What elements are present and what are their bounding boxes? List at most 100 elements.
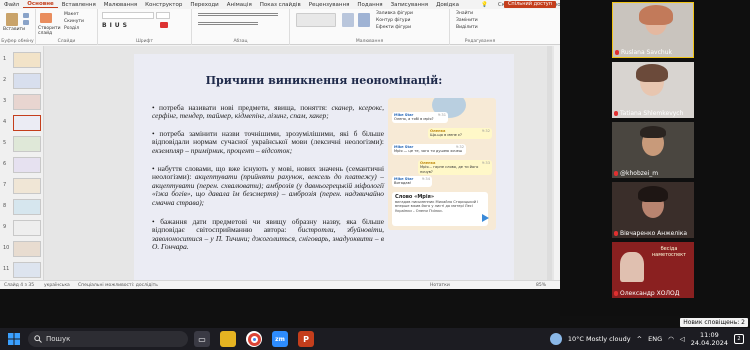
ribbon-tab[interactable]: Рецензування	[305, 2, 354, 8]
slide-thumbnail[interactable]	[13, 220, 41, 236]
task-view-icon[interactable]: ▭	[194, 331, 210, 347]
new-slide-icon[interactable]	[40, 13, 52, 23]
slide-thumbnail[interactable]	[13, 178, 41, 194]
share-button[interactable]: Спільний доступ	[503, 1, 556, 8]
shape-outline-button[interactable]: Контур фігури	[376, 18, 410, 23]
current-slide[interactable]: Причини виникнення неономінацій: • потре…	[134, 54, 514, 280]
ribbon-tabs: Файл Основне Вставлення Малювання Конструкто…	[0, 0, 560, 9]
slide-thumbnail[interactable]	[13, 157, 41, 173]
chat-illustration[interactable]: Mike Star 9:31 Олено, а тобі в мрія? Олен…	[388, 98, 496, 230]
cut-icon[interactable]	[23, 13, 29, 18]
shape-fill-button[interactable]: Заливка фігури	[376, 11, 413, 16]
taskbar-search[interactable]: Пошук	[28, 331, 188, 347]
bullet-1[interactable]: • потреба називати нові предмети, явища,…	[152, 103, 384, 121]
new-slide-button[interactable]: Створити слайд	[38, 26, 61, 36]
font-family-select[interactable]	[102, 12, 154, 19]
ribbon-tab[interactable]: Файл	[0, 2, 23, 8]
align-buttons[interactable]	[198, 22, 258, 25]
participant-name: @khobzei_m	[614, 170, 658, 177]
tray-chevron-icon[interactable]: ^	[637, 335, 642, 343]
ribbon-tab[interactable]: Анімація	[223, 2, 256, 8]
chat-message-5: Mike Star 9:34 Вигадав!	[392, 176, 432, 187]
format-buttons[interactable]: BIUS	[102, 22, 130, 29]
weather-status[interactable]: 10°C Mostly cloudy	[568, 335, 631, 343]
clipboard-group: Вставити Буфер обміну	[0, 9, 36, 45]
mic-off-icon	[614, 171, 618, 176]
wifi-icon[interactable]: ◠	[668, 335, 674, 343]
reset-button[interactable]: Скинути	[64, 19, 84, 24]
ribbon-tab[interactable]: Подання	[353, 2, 386, 8]
slide-thumbnail[interactable]	[13, 262, 41, 278]
thumbnail-number: 9	[3, 224, 7, 230]
zoom-app-icon[interactable]: zm	[272, 331, 288, 347]
slide-thumbnail[interactable]	[13, 94, 41, 110]
slide-count: Слайд 4 з 35	[4, 283, 35, 288]
slide-thumbnail[interactable]	[13, 73, 41, 89]
participant-tile-2[interactable]: Tatiana Shlemkevych	[612, 62, 694, 118]
chrome-icon[interactable]	[246, 331, 262, 347]
vertical-scrollbar[interactable]	[547, 46, 552, 280]
powerpoint-icon[interactable]: P	[298, 331, 314, 347]
bullet-2[interactable]: • потреба замінити назви точнішими, зроз…	[152, 129, 384, 155]
font-color-icon[interactable]	[160, 22, 168, 28]
start-button[interactable]	[6, 331, 22, 347]
ribbon-tab[interactable]: Малювання	[100, 2, 141, 8]
font-size-select[interactable]	[156, 12, 170, 19]
ribbon-tab[interactable]: Конструктор	[141, 2, 186, 8]
file-explorer-icon[interactable]	[220, 331, 236, 347]
bullet-4[interactable]: • бажання дати предметові чи явищу образ…	[152, 217, 384, 252]
volume-icon[interactable]: ◁	[680, 335, 685, 343]
thumbnail-number: 11	[3, 266, 10, 272]
shapes-gallery[interactable]	[296, 13, 336, 27]
status-bar: Слайд 4 з 35 українська Спеціальні можли…	[0, 280, 560, 289]
quick-styles-icon[interactable]	[358, 13, 370, 27]
participant-video	[620, 252, 644, 282]
participant-tile-5[interactable]: бесіда наметоспект Олександр ХОЛОД	[612, 242, 694, 298]
replace-button[interactable]: Замінити	[456, 18, 478, 23]
clock-date: 24.04.2024	[690, 339, 728, 347]
paste-button[interactable]: Вставити	[3, 27, 25, 32]
notification-badge[interactable]: Новик сповіщень: 2	[680, 318, 748, 327]
slide-thumbnail[interactable]	[13, 241, 41, 257]
editing-group-label: Редагування	[464, 39, 496, 44]
participant-tile-3[interactable]: @khobzei_m	[612, 122, 694, 178]
slides-group: Створити слайд Макет Скинути Розділ Слай…	[36, 9, 98, 45]
clock[interactable]: 11:09 24.04.2024	[691, 331, 728, 347]
section-button[interactable]: Розділ	[64, 26, 79, 31]
language-status[interactable]: українська	[44, 283, 70, 288]
zoom-level[interactable]: 85%	[536, 283, 546, 288]
ribbon-tab[interactable]: Основне	[23, 1, 58, 8]
editing-group: Знайти Замінити Виділити Редагування	[450, 9, 510, 45]
layout-button[interactable]: Макет	[64, 12, 79, 17]
select-button[interactable]: Виділити	[456, 25, 478, 30]
slide-thumbnail[interactable]	[13, 52, 41, 68]
participant-tile-1[interactable]: Ruslana Savchuk	[612, 2, 694, 58]
ribbon-tab[interactable]: Записування	[387, 2, 432, 8]
ribbon-tab[interactable]: Вставлення	[58, 2, 100, 8]
arrange-icon[interactable]	[342, 13, 354, 27]
participant-tile-4[interactable]: Вівчаренко Анжеліка	[612, 182, 694, 238]
participant-name: Вівчаренко Анжеліка	[614, 230, 687, 237]
slide-thumbnail[interactable]	[13, 199, 41, 215]
notifications-icon[interactable]: 2	[734, 334, 744, 344]
keyboard-language[interactable]: ENG	[648, 335, 662, 343]
participant-name: Ruslana Savchuk	[615, 49, 672, 56]
copy-icon[interactable]	[23, 20, 29, 25]
ribbon-tab[interactable]: Переходи	[186, 2, 222, 8]
paste-icon[interactable]	[6, 13, 18, 26]
accessibility-status[interactable]: Спеціальні можливості: дослідіть	[78, 283, 158, 288]
notes-button[interactable]: Нотатки	[430, 283, 450, 288]
ribbon-tab[interactable]: Довідка	[432, 2, 463, 8]
find-button[interactable]: Знайти	[456, 11, 473, 16]
slide-thumbnail[interactable]	[13, 115, 41, 131]
slide-thumbnail[interactable]	[13, 136, 41, 152]
slide-title[interactable]: Причини виникнення неономінацій:	[134, 74, 514, 87]
drawing-group-label: Малювання	[355, 39, 384, 44]
list-buttons[interactable]	[198, 13, 278, 16]
shape-effects-button[interactable]: Ефекти фігури	[376, 25, 411, 30]
bullet-3[interactable]: • набуття словами, що вже існують у мові…	[152, 164, 384, 207]
chat-message-4: Оленка 9:33 Мрія... гарне слово, де ти йо…	[418, 160, 492, 176]
font-group: BIUS Шрифт	[98, 9, 192, 45]
mriya-card: Слово «Мрія» вигадав письменник Михайло …	[392, 192, 488, 226]
ribbon-tab[interactable]: Показ слайдів	[256, 2, 305, 8]
